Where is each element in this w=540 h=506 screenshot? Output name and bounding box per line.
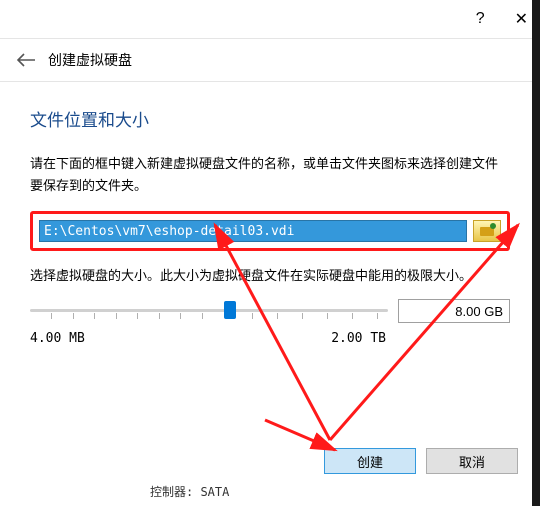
help-icon[interactable]: ? (476, 10, 485, 28)
background-controller-text: 控制器: SATA (150, 483, 229, 500)
slider-thumb[interactable] (224, 301, 236, 319)
back-arrow-icon[interactable] (16, 53, 36, 67)
cancel-button[interactable]: 取消 (426, 448, 518, 474)
browse-folder-button[interactable] (473, 220, 501, 242)
size-slider[interactable] (30, 297, 388, 325)
create-button[interactable]: 创建 (324, 448, 416, 474)
size-input[interactable] (398, 299, 510, 323)
path-input-highlight (30, 211, 510, 251)
titlebar: ? ✕ (0, 0, 540, 38)
dialog-title: 创建虚拟硬盘 (48, 50, 132, 70)
dialog-header: 创建虚拟硬盘 (0, 38, 540, 82)
section-title: 文件位置和大小 (30, 106, 510, 131)
slider-max-label: 2.00 TB (331, 331, 386, 346)
close-icon[interactable]: ✕ (515, 9, 528, 29)
file-path-input[interactable] (39, 220, 467, 242)
size-description: 选择虚拟硬盘的大小。此大小为虚拟硬盘文件在实际硬盘中能用的极限大小。 (30, 265, 510, 287)
file-location-description: 请在下面的框中键入新建虚拟硬盘文件的名称，或单击文件夹图标来选择创建文件要保存到… (30, 153, 510, 197)
slider-min-label: 4.00 MB (30, 331, 85, 346)
